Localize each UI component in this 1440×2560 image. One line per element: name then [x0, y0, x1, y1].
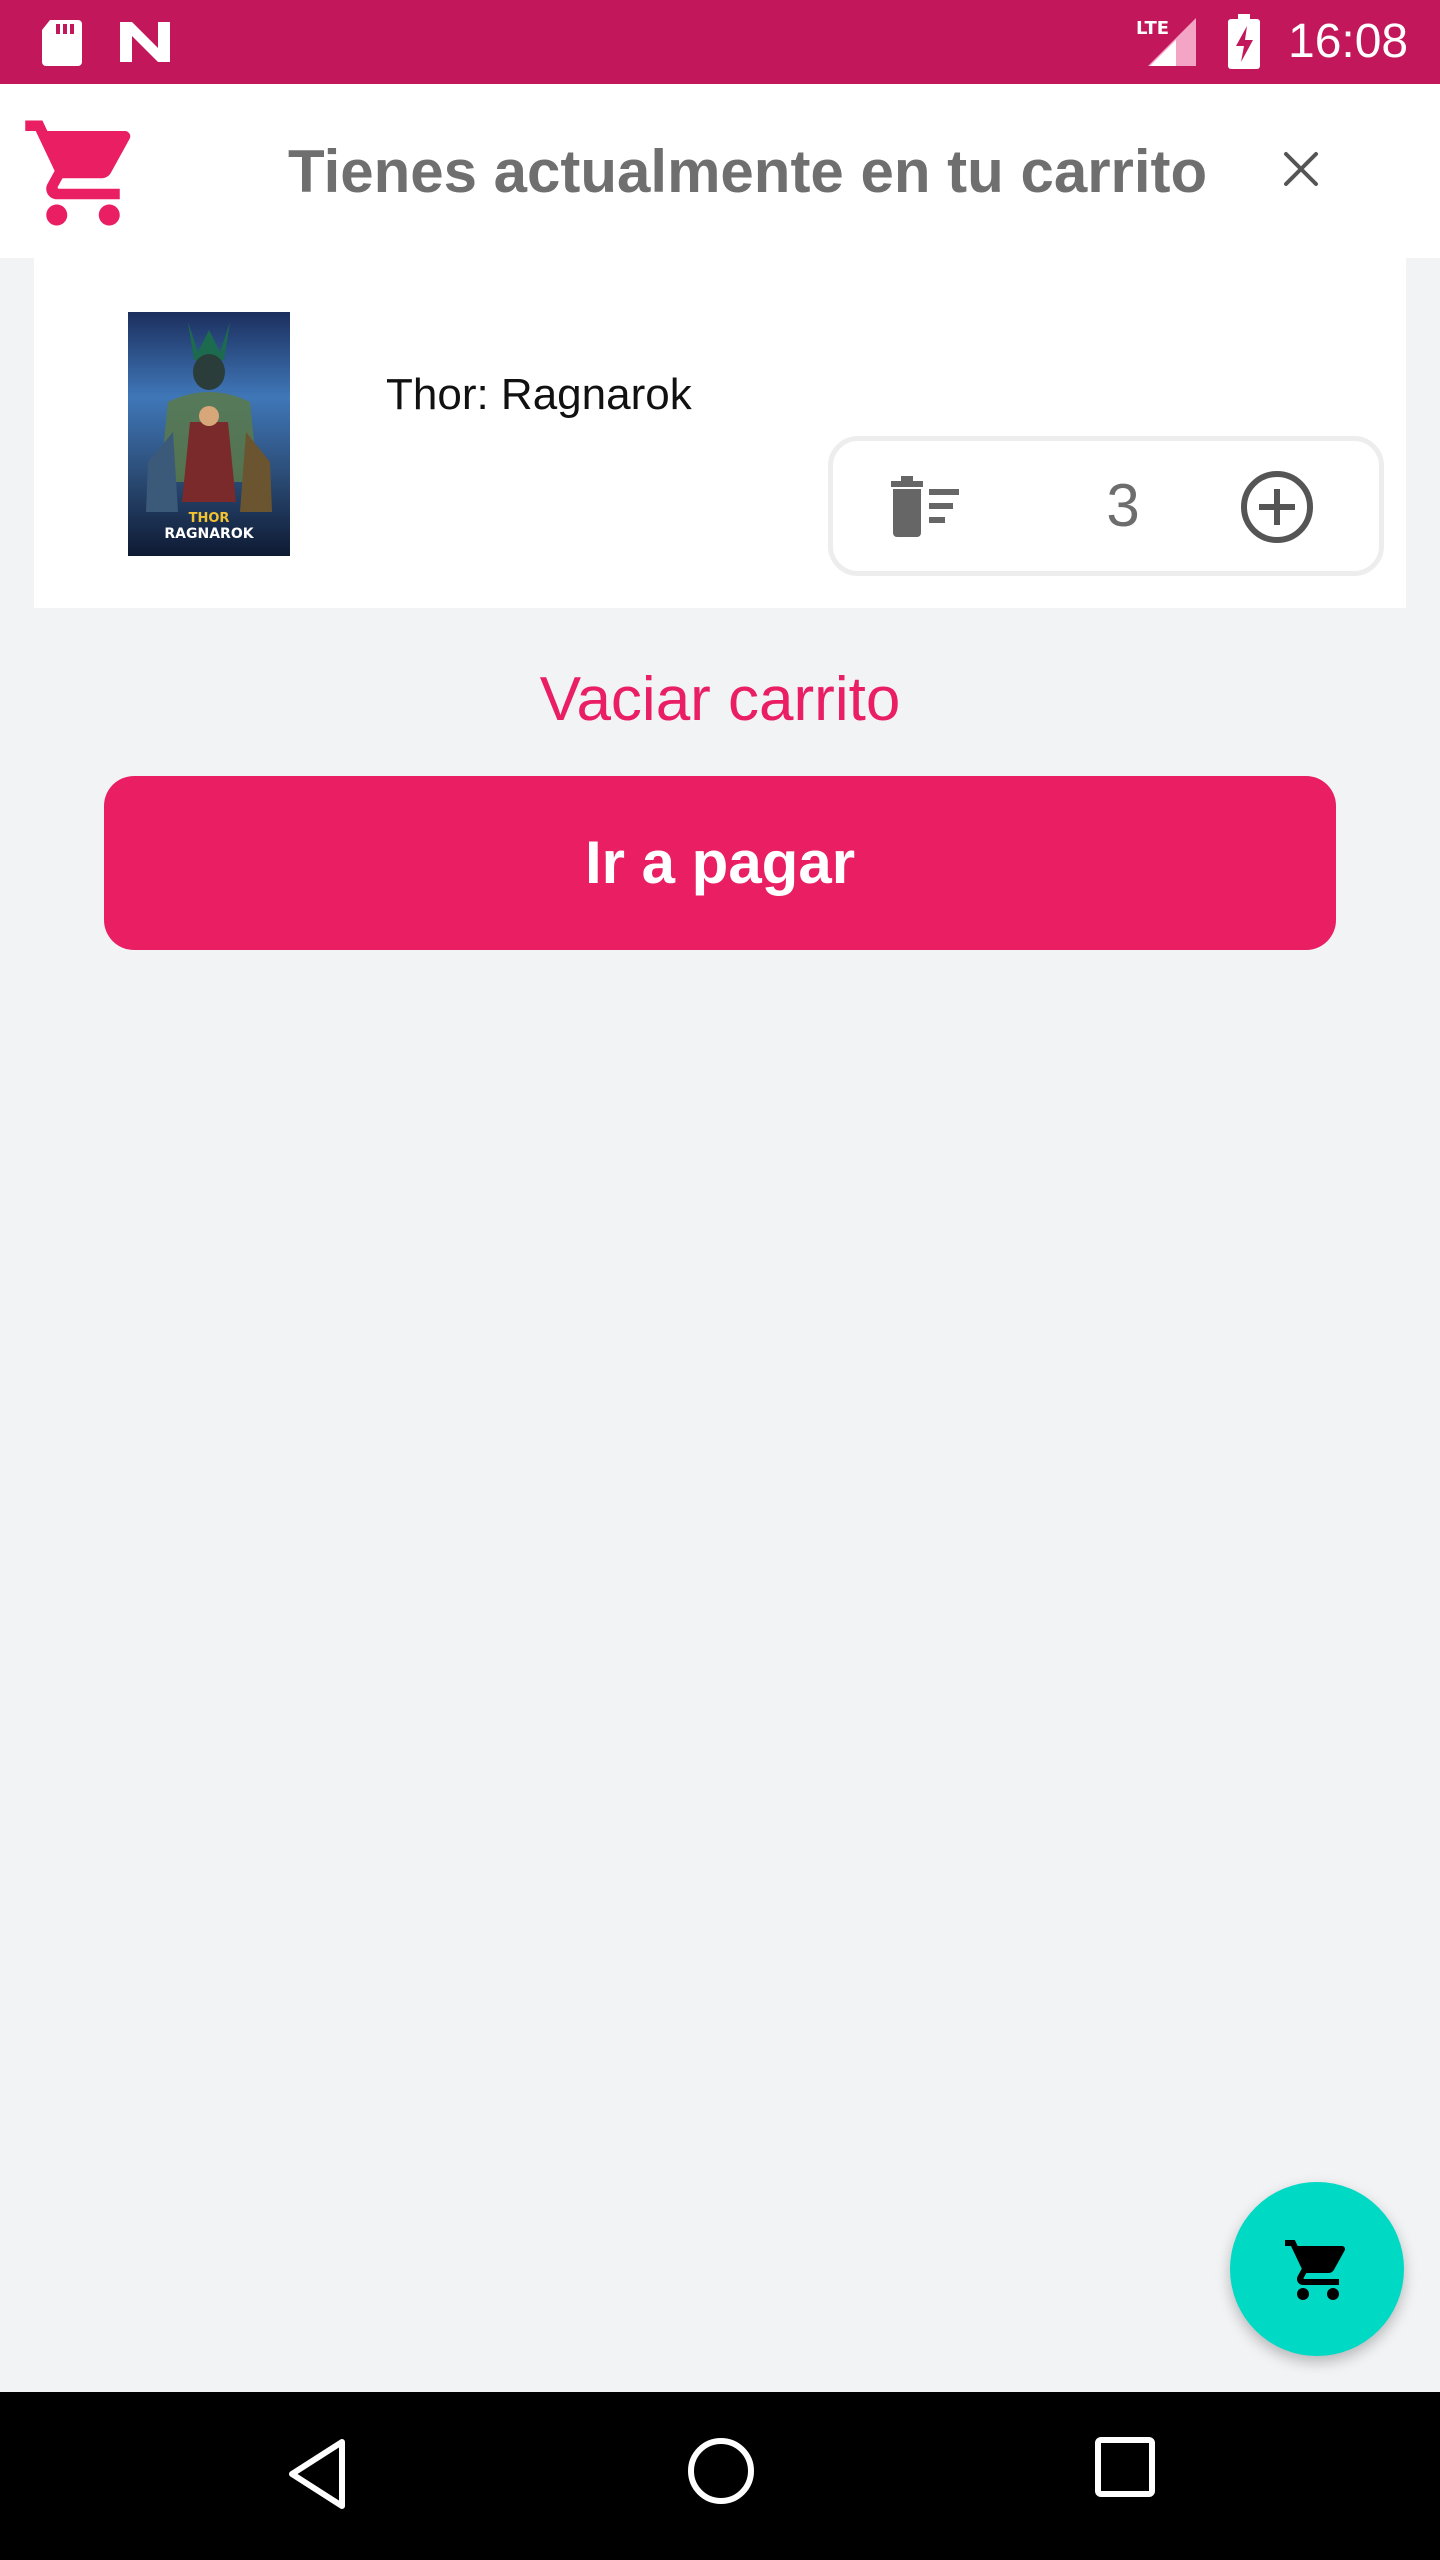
recents-icon[interactable]: [1094, 2436, 1156, 2498]
page-title: Tienes actualmente en tu carrito: [288, 138, 1208, 205]
navigation-bar: [0, 2392, 1440, 2560]
shopping-cart-icon: [25, 120, 131, 226]
movie-poster: THOR RAGNAROK: [128, 312, 290, 556]
lte-signal-icon: LTE: [1136, 18, 1196, 66]
poster-image: THOR RAGNAROK: [128, 312, 290, 556]
home-icon[interactable]: [686, 2436, 756, 2506]
sd-card-icon: [42, 20, 82, 66]
back-icon[interactable]: [284, 2436, 350, 2512]
shopping-cart-icon: [1285, 2240, 1346, 2300]
quantity-stepper: 3: [828, 436, 1384, 576]
battery-charging-icon: [1228, 14, 1260, 69]
n-logo-icon: [120, 22, 170, 62]
empty-cart-button[interactable]: Vaciar carrito: [0, 664, 1440, 736]
add-circle-icon[interactable]: [1237, 467, 1317, 547]
cart-item: THOR RAGNAROK Thor: Ragnarok 3: [34, 258, 1406, 608]
svg-text:LTE: LTE: [1136, 18, 1169, 39]
cart-header: Tienes actualmente en tu carrito: [0, 84, 1440, 258]
quantity-value: 3: [1106, 472, 1140, 539]
delete-sweep-icon[interactable]: [885, 475, 963, 539]
checkout-button[interactable]: Ir a pagar: [104, 776, 1336, 950]
status-bar: LTE 16:08: [0, 0, 1440, 84]
poster-title-thor: THOR: [189, 511, 230, 526]
poster-title-ragnarok: RAGNAROK: [164, 526, 254, 542]
item-title: Thor: Ragnarok: [386, 370, 692, 419]
clock: 16:08: [1288, 15, 1409, 68]
close-icon[interactable]: [1276, 144, 1326, 194]
cart-fab[interactable]: [1230, 2182, 1404, 2356]
